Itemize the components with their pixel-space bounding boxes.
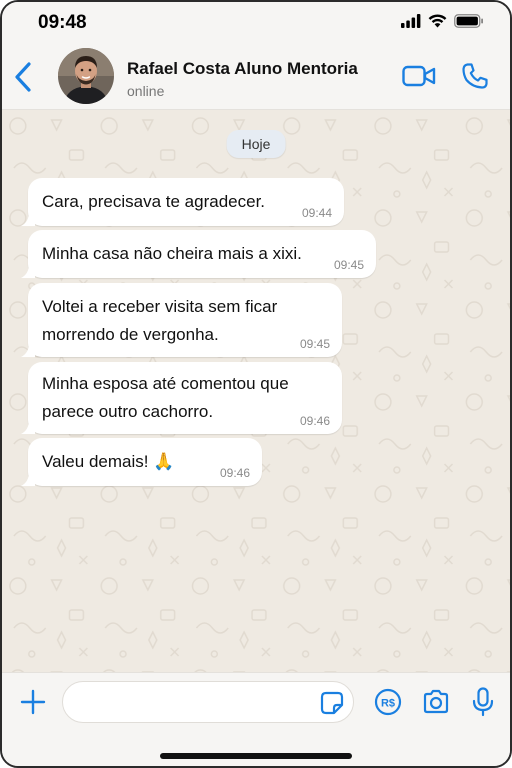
bubble-tail	[21, 420, 35, 434]
message-time: 09:44	[301, 206, 332, 220]
chat-area[interactable]: Hoje Cara, precisava te agradecer. 09:44…	[2, 110, 510, 672]
microphone-icon	[472, 687, 494, 717]
plus-icon	[20, 689, 46, 715]
message-bubble[interactable]: Minha casa não cheira mais a xixi. 09:45	[21, 230, 376, 278]
message-bubble[interactable]: Voltei a receber visita sem ficar morren…	[21, 283, 342, 357]
message-line: parece outro cachorro.	[42, 402, 214, 421]
back-button[interactable]	[12, 60, 36, 94]
signal-bars-icon	[401, 14, 421, 33]
message-line: Minha casa não cheira mais a xixi.	[42, 244, 302, 263]
message-bubble[interactable]: Cara, precisava te agradecer. 09:44	[21, 178, 344, 226]
attach-button[interactable]	[20, 689, 46, 715]
message-text: Cara, precisava te agradecer.	[42, 178, 330, 216]
bubble-tail	[21, 343, 35, 357]
bubble-tail	[21, 472, 35, 486]
camera-button[interactable]	[422, 689, 450, 715]
video-call-icon	[402, 65, 436, 87]
pix-label: R$	[381, 698, 395, 710]
message-time: 09:46	[219, 466, 250, 480]
message-text: Voltei a receber visita sem ficar morren…	[42, 283, 328, 349]
message-time: 09:45	[299, 337, 330, 351]
message-bubble[interactable]: Valeu demais! 🙏 09:46	[21, 438, 262, 486]
message-line: Voltei a receber visita sem ficar	[42, 297, 278, 316]
contact-status: online	[127, 83, 165, 99]
message-bubble[interactable]: Minha esposa até comentou que parece out…	[21, 362, 342, 434]
pix-payment-button[interactable]: R$	[374, 688, 402, 716]
contact-name[interactable]: Rafael Costa Aluno Mentoria	[127, 59, 358, 79]
status-bar: 09:48	[2, 2, 510, 44]
video-call-button[interactable]	[402, 64, 436, 88]
status-time: 09:48	[38, 12, 87, 33]
bubble-tail	[21, 264, 35, 278]
wifi-icon	[428, 14, 447, 33]
message-text: Minha casa não cheira mais a xixi.	[42, 230, 362, 268]
message-text: Minha esposa até comentou que parece out…	[42, 362, 328, 426]
phone-screen: 09:48 Rafael Costa Aluno Mentoria online…	[0, 0, 512, 768]
date-separator: Hoje	[226, 130, 286, 158]
phone-icon	[462, 63, 488, 89]
battery-icon	[454, 14, 484, 33]
message-line: Valeu demais! 🙏	[42, 452, 175, 471]
camera-icon	[423, 689, 449, 714]
chevron-left-icon	[15, 62, 31, 92]
home-indicator[interactable]	[160, 753, 352, 759]
message-line: Cara, precisava te agradecer.	[42, 192, 266, 211]
message-line: Minha esposa até comentou que	[42, 374, 289, 393]
status-icons	[401, 14, 484, 33]
pix-icon: R$	[374, 688, 402, 716]
voice-message-button[interactable]	[472, 687, 494, 717]
message-text: Valeu demais! 🙏	[42, 438, 248, 476]
sticker-button[interactable]	[320, 691, 344, 715]
chat-header: Rafael Costa Aluno Mentoria online	[2, 44, 510, 110]
voice-call-button[interactable]	[461, 62, 489, 90]
message-time: 09:46	[299, 414, 330, 428]
avatar[interactable]	[58, 48, 114, 104]
sticker-icon	[320, 691, 344, 715]
message-line: morrendo de vergonha.	[42, 325, 219, 344]
bubble-tail	[21, 212, 35, 226]
message-composer: R$	[2, 672, 510, 766]
message-time: 09:45	[333, 258, 364, 272]
message-input[interactable]	[62, 681, 354, 723]
